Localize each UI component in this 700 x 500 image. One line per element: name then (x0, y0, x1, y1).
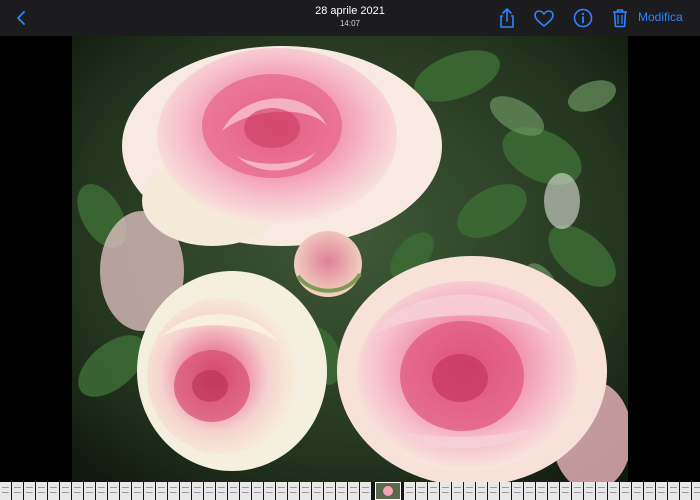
heart-icon (534, 10, 554, 27)
filmstrip-thumbnail[interactable] (0, 482, 11, 500)
edit-button[interactable]: Modifica (638, 10, 683, 24)
info-icon (573, 8, 593, 28)
filmstrip-thumbnail[interactable] (464, 482, 475, 500)
filmstrip-thumbnail[interactable] (84, 482, 95, 500)
filmstrip-thumbnail[interactable] (204, 482, 215, 500)
photo-date: 28 aprile 2021 (315, 5, 385, 17)
filmstrip-thumbnail[interactable] (572, 482, 583, 500)
filmstrip-thumbnail[interactable] (336, 482, 347, 500)
filmstrip-thumbnail[interactable] (512, 482, 523, 500)
filmstrip-thumbnail[interactable] (168, 482, 179, 500)
filmstrip-thumbnail[interactable] (524, 482, 535, 500)
filmstrip-thumbnail[interactable] (452, 482, 463, 500)
info-button[interactable] (571, 6, 595, 30)
filmstrip-thumbnail[interactable] (252, 482, 263, 500)
filmstrip-thumbnail[interactable] (644, 482, 655, 500)
filmstrip-thumbnail[interactable] (144, 482, 155, 500)
filmstrip-thumbnail[interactable] (632, 482, 643, 500)
filmstrip-thumbnail[interactable] (348, 482, 359, 500)
trash-icon (613, 9, 627, 28)
share-icon (500, 8, 514, 28)
rose-photo (72, 36, 628, 482)
filmstrip-thumbnail[interactable] (132, 482, 143, 500)
filmstrip-thumbnail[interactable] (72, 482, 83, 500)
filmstrip-thumbnail[interactable] (656, 482, 667, 500)
filmstrip-thumbnail[interactable] (404, 482, 415, 500)
filmstrip-thumbnail[interactable] (428, 482, 439, 500)
filmstrip-thumbnail[interactable] (228, 482, 239, 500)
delete-button[interactable] (608, 6, 632, 30)
filmstrip-thumbnail[interactable] (548, 482, 559, 500)
filmstrip-thumbnail[interactable] (596, 482, 607, 500)
filmstrip-thumbnail[interactable] (536, 482, 547, 500)
filmstrip-thumbnail[interactable] (60, 482, 71, 500)
filmstrip-thumbnail[interactable] (288, 482, 299, 500)
filmstrip-thumbnail[interactable] (440, 482, 451, 500)
filmstrip-thumbnail[interactable] (680, 482, 691, 500)
photo-title: 28 aprile 2021 14:07 (0, 4, 700, 29)
filmstrip-thumbnail[interactable] (216, 482, 227, 500)
filmstrip-thumbnail[interactable] (120, 482, 131, 500)
filmstrip-thumbnail[interactable] (608, 482, 619, 500)
filmstrip-thumbnail[interactable] (156, 482, 167, 500)
filmstrip-thumbnail[interactable] (668, 482, 679, 500)
filmstrip-thumbnail[interactable] (192, 482, 203, 500)
filmstrip-thumbnail[interactable] (240, 482, 251, 500)
filmstrip-thumbnail[interactable] (48, 482, 59, 500)
chevron-left-icon (17, 11, 25, 25)
filmstrip-thumbnail[interactable] (108, 482, 119, 500)
filmstrip-thumbnail[interactable] (12, 482, 23, 500)
filmstrip-thumbnail[interactable] (488, 482, 499, 500)
favorite-button[interactable] (532, 6, 556, 30)
filmstrip-thumbnail[interactable] (360, 482, 371, 500)
filmstrip-thumbnail[interactable] (312, 482, 323, 500)
top-toolbar: 28 aprile 2021 14:07 Modifica (0, 0, 700, 36)
filmstrip-thumbnail[interactable] (300, 482, 311, 500)
filmstrip-thumbnail[interactable] (24, 482, 35, 500)
thumbnail-rose-preview (383, 486, 393, 496)
share-button[interactable] (495, 6, 519, 30)
filmstrip-thumbnail[interactable] (416, 482, 427, 500)
filmstrip-thumbnail[interactable] (560, 482, 571, 500)
filmstrip-thumbnail[interactable] (692, 482, 700, 500)
filmstrip-thumbnail[interactable] (620, 482, 631, 500)
photo-view[interactable] (72, 36, 628, 482)
filmstrip-thumbnail-current[interactable] (375, 482, 401, 500)
filmstrip-thumbnail[interactable] (324, 482, 335, 500)
filmstrip-thumbnail[interactable] (476, 482, 487, 500)
back-button[interactable] (10, 6, 34, 30)
filmstrip-thumbnail[interactable] (276, 482, 287, 500)
photo-time: 14:07 (339, 19, 361, 28)
filmstrip-thumbnail[interactable] (264, 482, 275, 500)
photo-filmstrip[interactable] (0, 482, 700, 500)
filmstrip-thumbnail[interactable] (96, 482, 107, 500)
filmstrip-thumbnail[interactable] (180, 482, 191, 500)
filmstrip-thumbnail[interactable] (500, 482, 511, 500)
filmstrip-thumbnail[interactable] (36, 482, 47, 500)
filmstrip-thumbnail[interactable] (584, 482, 595, 500)
